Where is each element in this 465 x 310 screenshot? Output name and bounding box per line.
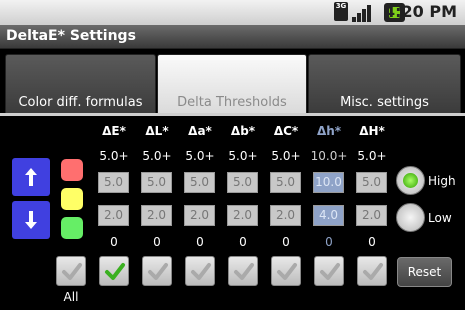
- tab-bar: Color diff. formulas Delta Thresholds Mi…: [0, 49, 465, 115]
- min-label: 0: [110, 235, 118, 249]
- min-threshold-field[interactable]: 2.0: [227, 205, 258, 226]
- max-threshold-field[interactable]: 5.0: [141, 172, 172, 193]
- increase-button[interactable]: [12, 158, 50, 196]
- column-header: ΔL*: [145, 124, 169, 138]
- column-header: Δb*: [230, 124, 256, 138]
- radio-selected-dot: [403, 173, 418, 188]
- arrow-up-icon: [25, 168, 37, 186]
- radio-high-label: High: [428, 174, 456, 188]
- check-icon: [105, 263, 125, 280]
- column-header: ΔE*: [102, 124, 126, 138]
- reset-button[interactable]: Reset: [397, 257, 452, 287]
- network-type-label: 3G: [335, 2, 347, 10]
- min-label: 0: [239, 235, 247, 249]
- signal-strength-icon: [352, 3, 376, 22]
- min-label: 0: [153, 235, 161, 249]
- min-threshold-field[interactable]: 4.0: [313, 205, 344, 226]
- check-icon: [148, 263, 168, 280]
- radio-low[interactable]: [396, 203, 425, 232]
- max-label: 5.0+: [228, 149, 258, 163]
- column-header: Δa*: [188, 124, 212, 138]
- min-label: 0: [196, 235, 204, 249]
- radio-low-label: Low: [428, 211, 452, 225]
- green-swatch: [61, 217, 83, 239]
- min-threshold-field[interactable]: 2.0: [356, 205, 387, 226]
- check-icon: [320, 263, 340, 280]
- title-bar: DeltaE* Settings: [0, 25, 465, 49]
- checkbox-delta-l[interactable]: [142, 256, 172, 286]
- max-threshold-field[interactable]: 5.0: [98, 172, 129, 193]
- checkbox-delta-h-upper[interactable]: [357, 256, 387, 286]
- min-threshold-field[interactable]: 2.0: [184, 205, 215, 226]
- radio-high[interactable]: [396, 166, 425, 195]
- check-icon: [234, 263, 254, 280]
- app-title: DeltaE* Settings: [6, 28, 136, 44]
- column-header: Δh*: [316, 124, 342, 138]
- min-label: 0: [368, 235, 376, 249]
- tab-underline: [0, 113, 465, 116]
- min-threshold-field[interactable]: 2.0: [141, 205, 172, 226]
- arrow-down-icon: [25, 211, 37, 229]
- checkbox-all[interactable]: [56, 256, 86, 286]
- max-label: 5.0+: [142, 149, 172, 163]
- tab-label: Misc. settings: [340, 95, 429, 110]
- max-label: 5.0+: [271, 149, 301, 163]
- decrease-button[interactable]: [12, 201, 50, 239]
- max-label: 5.0+: [357, 149, 387, 163]
- max-threshold-field[interactable]: 5.0: [356, 172, 387, 193]
- min-label: 0: [325, 235, 333, 249]
- yellow-swatch: [61, 188, 83, 210]
- column-header: ΔC*: [273, 124, 299, 138]
- status-time: 4:20 PM: [383, 2, 457, 21]
- max-threshold-field[interactable]: 5.0: [227, 172, 258, 193]
- tab-color-diff-formulas[interactable]: Color diff. formulas: [5, 54, 156, 114]
- min-threshold-field[interactable]: 2.0: [98, 205, 129, 226]
- status-bar: 3G 4:20 PM: [0, 0, 465, 25]
- min-label: 0: [282, 235, 290, 249]
- check-icon: [363, 263, 383, 280]
- max-label: 10.0+: [310, 149, 348, 163]
- check-icon: [191, 263, 211, 280]
- min-threshold-field[interactable]: 2.0: [270, 205, 301, 226]
- max-label: 5.0+: [185, 149, 215, 163]
- checkbox-delta-b[interactable]: [228, 256, 258, 286]
- tab-delta-thresholds[interactable]: Delta Thresholds: [157, 54, 307, 114]
- max-threshold-field[interactable]: 5.0: [184, 172, 215, 193]
- red-swatch: [61, 159, 83, 181]
- checkbox-delta-c[interactable]: [271, 256, 301, 286]
- max-threshold-field[interactable]: 5.0: [270, 172, 301, 193]
- checkbox-delta-a[interactable]: [185, 256, 215, 286]
- all-label: All: [63, 290, 79, 304]
- tab-misc-settings[interactable]: Misc. settings: [308, 54, 461, 114]
- checkbox-delta-h-lower[interactable]: [314, 256, 344, 286]
- max-threshold-field[interactable]: 10.0: [313, 172, 344, 193]
- tab-label: Delta Thresholds: [177, 95, 287, 110]
- tab-label: Color diff. formulas: [18, 95, 143, 110]
- check-icon: [277, 263, 297, 280]
- max-label: 5.0+: [99, 149, 129, 163]
- network-3g-icon: 3G: [334, 2, 350, 22]
- check-icon: [62, 263, 82, 280]
- column-header: ΔH*: [359, 124, 385, 138]
- checkbox-delta-e[interactable]: [99, 256, 129, 286]
